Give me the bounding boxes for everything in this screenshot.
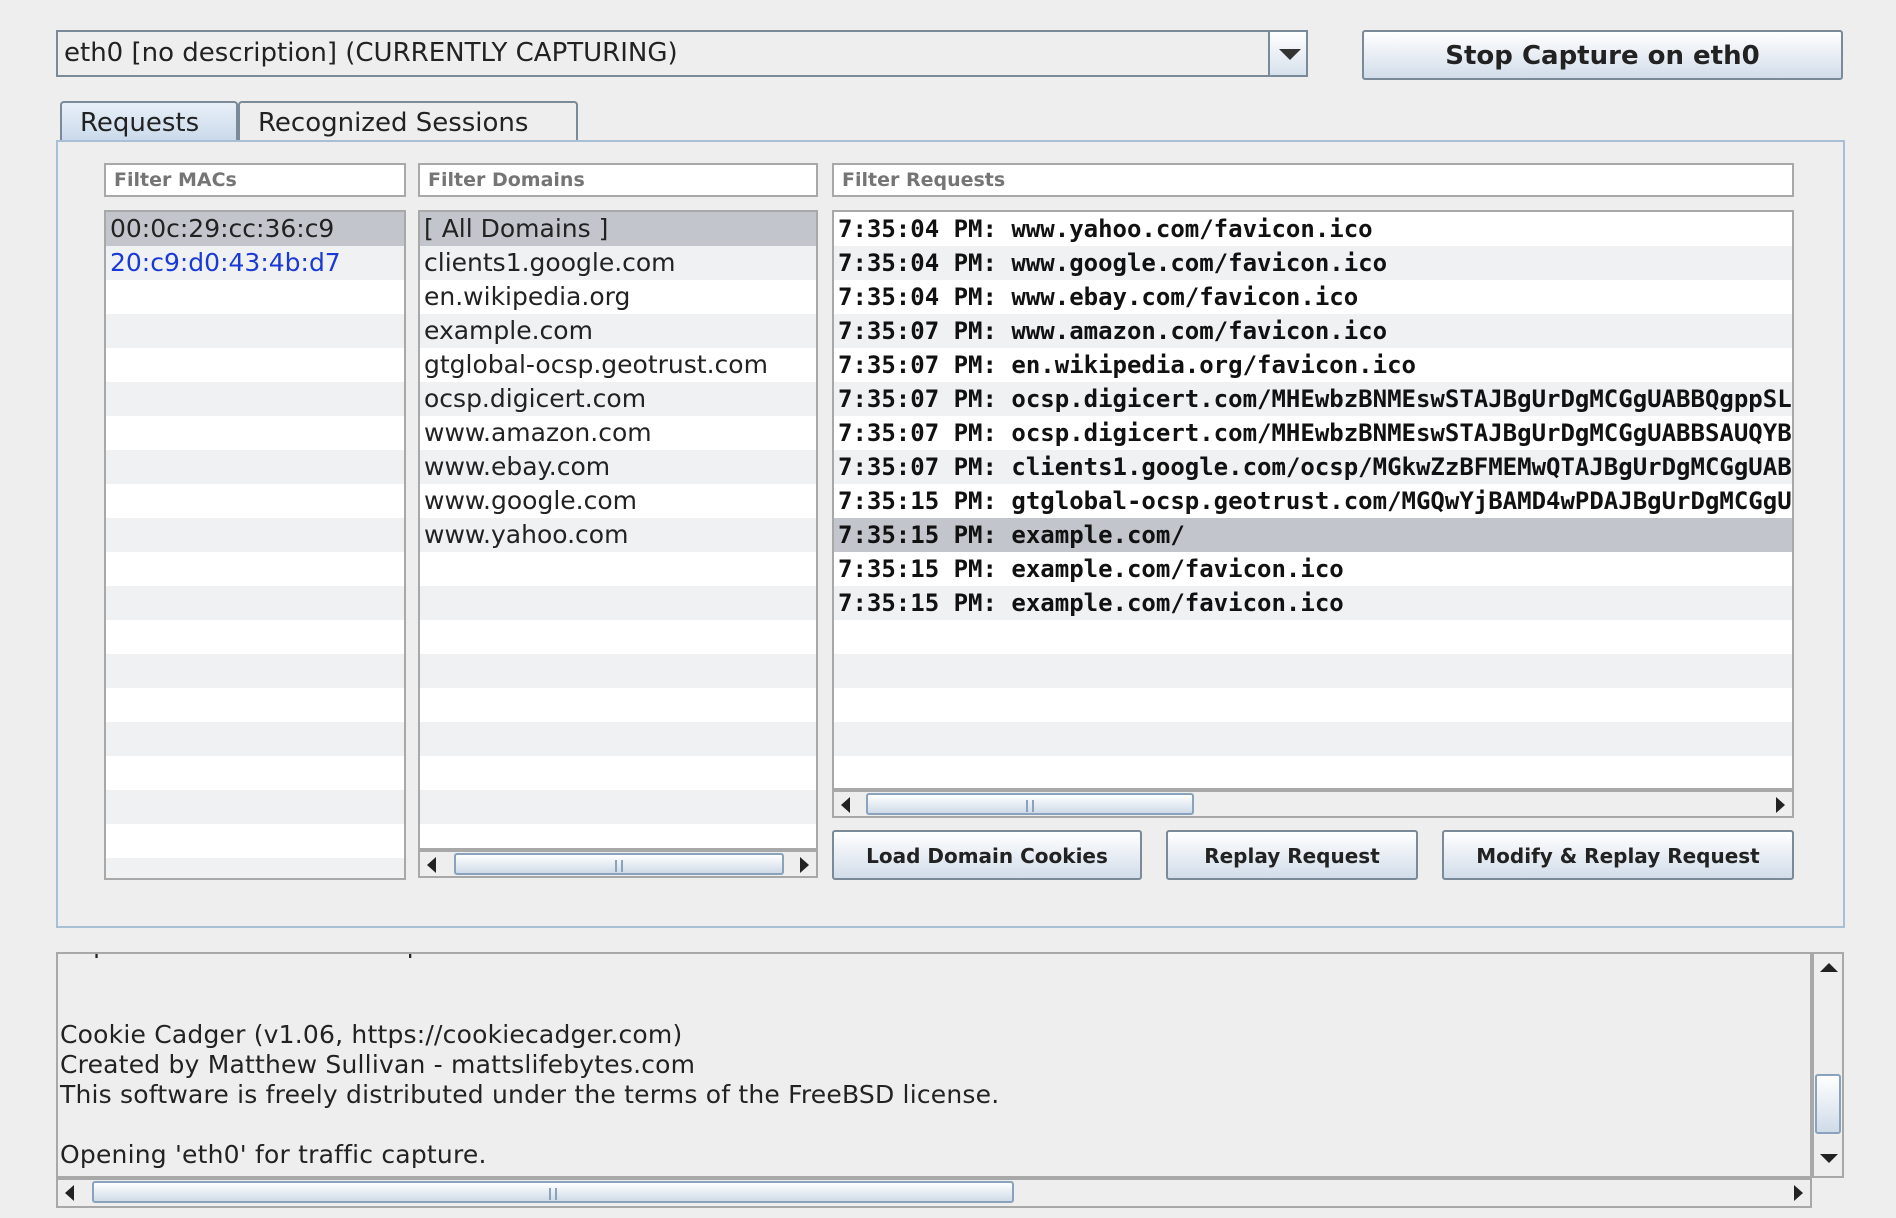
arrow-right-icon[interactable]	[790, 852, 816, 876]
chevron-down-icon[interactable]	[1268, 32, 1306, 75]
arrow-left-icon[interactable]	[834, 792, 860, 816]
log-line: Cookie Cadger (v1.06, https://cookiecadg…	[60, 1020, 683, 1049]
request-list[interactable]: 7:35:04 PM: www.yahoo.com/favicon.ico 7:3…	[832, 210, 1794, 790]
scroll-thumb[interactable]	[454, 853, 784, 875]
request-list-item[interactable]: 7:35:04 PM: www.ebay.com/favicon.ico	[834, 280, 1792, 314]
capture-device-select[interactable]: eth0 [no description] (CURRENTLY CAPTURI…	[56, 30, 1308, 77]
request-list-item[interactable]: 7:35:15 PM: example.com/favicon.ico	[834, 586, 1792, 620]
scroll-thumb[interactable]	[1815, 1074, 1841, 1134]
request-list-hscroll[interactable]	[832, 790, 1794, 818]
log-output: Capture device search completed with 4 d…	[56, 952, 1812, 1178]
modify-replay-request-button[interactable]: Modify & Replay Request	[1442, 830, 1794, 880]
log-line: This software is freely distributed unde…	[60, 1080, 1000, 1109]
domain-list[interactable]: [ All Domains ] clients1.google.com en.wik…	[418, 210, 818, 850]
mac-list-item[interactable]: 00:0c:29:cc:36:c9	[106, 212, 404, 246]
log-vscroll[interactable]	[1812, 952, 1844, 1178]
capture-device-value: eth0 [no description] (CURRENTLY CAPTURI…	[64, 38, 678, 68]
request-list-item[interactable]: 7:35:15 PM: gtglobal-ocsp.geotrust.com/M…	[834, 484, 1792, 518]
scroll-thumb[interactable]	[92, 1181, 1014, 1203]
request-list-item[interactable]: 7:35:07 PM: clients1.google.com/ocsp/MGk…	[834, 450, 1792, 484]
domain-list-item[interactable]: www.yahoo.com	[420, 518, 816, 552]
domain-list-item[interactable]: www.amazon.com	[420, 416, 816, 450]
log-line: Created by Matthew Sullivan - mattslifeb…	[60, 1050, 696, 1079]
request-list-item[interactable]: 7:35:07 PM: en.wikipedia.org/favicon.ico	[834, 348, 1792, 382]
arrow-left-icon[interactable]	[420, 852, 446, 876]
domain-list-item[interactable]: clients1.google.com	[420, 246, 816, 280]
request-list-item[interactable]: 7:35:15 PM: example.com/	[834, 518, 1792, 552]
domain-list-item[interactable]: example.com	[420, 314, 816, 348]
tab-requests[interactable]: Requests	[60, 101, 238, 143]
request-list-item[interactable]: 7:35:07 PM: www.amazon.com/favicon.ico	[834, 314, 1792, 348]
domain-list-item[interactable]: en.wikipedia.org	[420, 280, 816, 314]
request-list-item[interactable]: 7:35:07 PM: ocsp.digicert.com/MHEwbzBNME…	[834, 382, 1792, 416]
mac-list-item[interactable]: 20:c9:d0:43:4b:d7	[106, 246, 404, 280]
domain-list-hscroll[interactable]	[418, 850, 818, 878]
log-hscroll[interactable]	[56, 1178, 1812, 1208]
scroll-thumb[interactable]	[866, 793, 1194, 815]
filter-macs-input[interactable]	[104, 163, 406, 197]
log-line: Capture device search completed with 4 d…	[60, 954, 767, 959]
request-list-item[interactable]: 7:35:04 PM: www.yahoo.com/favicon.ico	[834, 212, 1792, 246]
arrow-left-icon[interactable]	[58, 1180, 84, 1204]
filter-domains-input[interactable]	[418, 163, 818, 197]
domain-list-item[interactable]: www.ebay.com	[420, 450, 816, 484]
request-list-item[interactable]: 7:35:04 PM: www.google.com/favicon.ico	[834, 246, 1792, 280]
domain-list-item[interactable]: gtglobal-ocsp.geotrust.com	[420, 348, 816, 382]
replay-request-button[interactable]: Replay Request	[1166, 830, 1418, 880]
domain-list-item[interactable]: ocsp.digicert.com	[420, 382, 816, 416]
stop-capture-button[interactable]: Stop Capture on eth0	[1362, 30, 1843, 80]
tab-recognized-sessions[interactable]: Recognized Sessions	[238, 101, 578, 143]
log-line: Opening 'eth0' for traffic capture.	[60, 1140, 487, 1169]
arrow-right-icon[interactable]	[1784, 1180, 1810, 1204]
arrow-down-icon[interactable]	[1814, 1146, 1842, 1176]
request-list-item[interactable]: 7:35:15 PM: example.com/favicon.ico	[834, 552, 1792, 586]
domain-list-item[interactable]: www.google.com	[420, 484, 816, 518]
mac-list[interactable]: 00:0c:29:cc:36:c9 20:c9:d0:43:4b:d7	[104, 210, 406, 880]
arrow-up-icon[interactable]	[1814, 954, 1842, 984]
request-list-item[interactable]: 7:35:07 PM: ocsp.digicert.com/MHEwbzBNME…	[834, 416, 1792, 450]
domain-list-item[interactable]: [ All Domains ]	[420, 212, 816, 246]
load-domain-cookies-button[interactable]: Load Domain Cookies	[832, 830, 1142, 880]
filter-requests-input[interactable]	[832, 163, 1794, 197]
arrow-right-icon[interactable]	[1766, 792, 1792, 816]
